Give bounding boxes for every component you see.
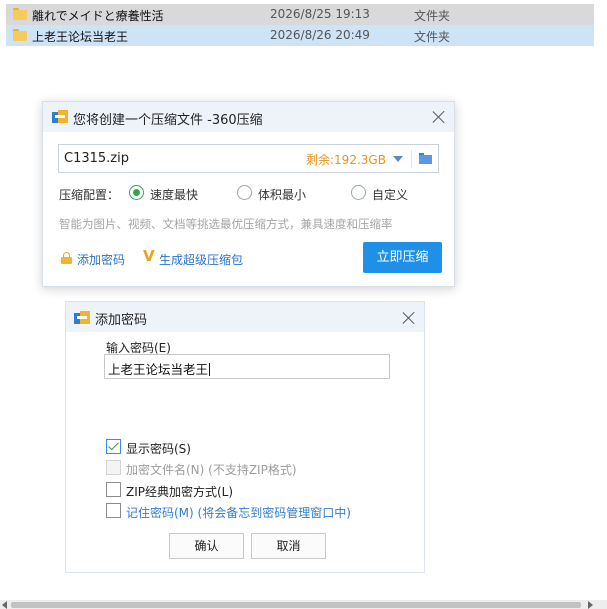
radio-fastest-label[interactable]: 速度最快 xyxy=(150,186,198,203)
folder-icon xyxy=(13,8,27,20)
app-360-icon xyxy=(74,311,90,325)
file-type: 文件夹 xyxy=(414,9,451,23)
encrypt-filename-checkbox xyxy=(106,460,121,475)
remember-password-label[interactable]: 记住密码(M) (将会备忘到密码管理窗口中) xyxy=(126,504,351,521)
text-caret xyxy=(209,363,211,376)
chevron-down-icon[interactable] xyxy=(393,156,403,162)
horizontal-scrollbar[interactable] xyxy=(0,600,607,609)
divider xyxy=(411,150,412,168)
show-password-checkbox[interactable] xyxy=(106,439,121,454)
radio-fastest[interactable] xyxy=(129,185,144,200)
scroll-left-icon[interactable] xyxy=(2,601,7,609)
free-space-label: 剩余:192.3GB xyxy=(306,153,386,167)
password-dialog: 添加密码 输入密码(E) 上老王论坛当老王 显示密码(S) 加密文件名(N) (… xyxy=(65,301,425,573)
file-type: 文件夹 xyxy=(414,30,451,44)
close-icon[interactable] xyxy=(432,110,446,124)
close-icon[interactable] xyxy=(402,311,416,325)
compress-hint: 智能为图片、视频、文档等挑选最优压缩方式，兼具速度和压缩率 xyxy=(59,217,393,231)
scrollbar-thumb[interactable] xyxy=(11,602,581,608)
radio-custom-label[interactable]: 自定义 xyxy=(372,186,408,203)
archive-name-value[interactable]: C1315.zip xyxy=(64,151,129,166)
file-row-1[interactable]: 離れでメイドと療養性活 2026/8/25 19:13 文件夹 xyxy=(6,4,594,25)
password-input[interactable]: 上老王论坛当老王 xyxy=(104,354,390,379)
archive-name-field[interactable]: C1315.zip 剩余:192.3GB xyxy=(58,144,439,173)
compress-dialog-titlebar[interactable]: 您将创建一个压缩文件 -360压缩 xyxy=(43,102,454,132)
compress-config-label: 压缩配置： xyxy=(59,188,120,202)
zip-classic-encryption-checkbox[interactable] xyxy=(106,482,121,497)
ok-button[interactable]: 确认 xyxy=(169,533,244,559)
radio-custom[interactable] xyxy=(351,185,366,200)
browse-folder-icon[interactable] xyxy=(419,153,432,164)
add-password-link[interactable]: 添加密码 xyxy=(77,251,125,268)
vip-v-icon[interactable]: V xyxy=(143,247,155,265)
lock-icon[interactable] xyxy=(61,252,72,264)
compress-dialog-title: 您将创建一个压缩文件 -360压缩 xyxy=(73,113,263,128)
file-date: 2026/8/26 20:49 xyxy=(270,28,370,42)
file-date: 2026/8/25 19:13 xyxy=(270,7,370,21)
file-name: 離れでメイドと療養性活 xyxy=(32,9,164,23)
radio-smallest[interactable] xyxy=(237,185,252,200)
radio-smallest-label[interactable]: 体积最小 xyxy=(258,186,306,203)
cancel-button[interactable]: 取消 xyxy=(251,533,326,559)
file-name: 上老王论坛当老王 xyxy=(32,30,129,44)
zip-classic-encryption-label[interactable]: ZIP经典加密方式(L) xyxy=(126,483,233,500)
remember-password-checkbox[interactable] xyxy=(106,503,121,518)
password-dialog-title: 添加密码 xyxy=(95,313,148,328)
password-value[interactable]: 上老王论坛当老王 xyxy=(108,362,208,377)
compress-dialog: 您将创建一个压缩文件 -360压缩 C1315.zip 剩余:192.3GB 压… xyxy=(42,101,455,287)
show-password-label[interactable]: 显示密码(S) xyxy=(126,440,191,457)
encrypt-filename-label: 加密文件名(N) (不支持ZIP格式) xyxy=(126,463,297,477)
folder-icon xyxy=(13,29,27,41)
compress-now-button[interactable]: 立即压缩 xyxy=(363,242,442,273)
password-dialog-titlebar[interactable]: 添加密码 xyxy=(66,302,424,332)
app-360-icon xyxy=(52,110,68,124)
super-package-link[interactable]: 生成超级压缩包 xyxy=(159,251,243,268)
scroll-right-icon[interactable] xyxy=(588,601,593,609)
file-row-2[interactable]: 上老王论坛当老王 2026/8/26 20:49 文件夹 xyxy=(6,25,594,46)
